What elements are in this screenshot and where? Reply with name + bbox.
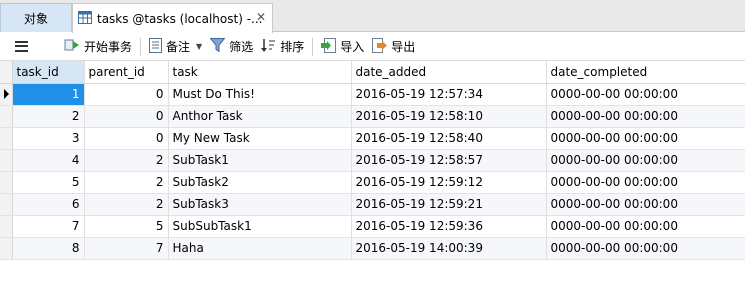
cell-task[interactable]: SubSubTask1 [168,215,352,238]
cell-task-id[interactable]: 1 [12,83,85,106]
row-indicator[interactable] [0,215,13,238]
begin-transaction-button[interactable]: 开始事务 [60,36,136,58]
sort-icon [261,38,276,56]
notes-label: 备注 [166,40,191,54]
table-row[interactable]: 1 0 Must Do This! 2016-05-19 12:57:34 00… [0,83,745,106]
table-row[interactable]: 5 2 SubTask2 2016-05-19 12:59:12 0000-00… [0,171,745,194]
cell-task-id[interactable]: 7 [12,215,85,238]
chevron-down-icon[interactable]: ▼ [196,42,202,51]
tab-objects[interactable]: 对象 [0,3,72,32]
row-indicator[interactable] [0,127,13,150]
cell-date-added[interactable]: 2016-05-19 12:59:12 [351,171,547,194]
export-icon [372,37,388,56]
results-table: task_id parent_id task date_added date_c… [0,61,745,260]
table-icon [78,10,92,27]
cell-task-id[interactable]: 8 [12,237,85,260]
data-grid: task_id parent_id task date_added date_c… [0,61,745,260]
row-indicator[interactable] [0,193,13,216]
begin-transaction-label: 开始事务 [84,40,133,54]
toolbar-divider [312,37,314,56]
table-row[interactable]: 3 0 My New Task 2016-05-19 12:58:40 0000… [0,127,745,150]
cell-date-completed[interactable]: 0000-00-00 00:00:00 [546,83,745,106]
cell-parent-id[interactable]: 2 [84,193,169,216]
cell-date-completed[interactable]: 0000-00-00 00:00:00 [546,193,745,216]
row-indicator[interactable] [0,83,13,106]
tab-objects-label: 对象 [23,11,48,26]
filter-button[interactable]: 筛选 [206,36,257,58]
cell-date-added[interactable]: 2016-05-19 12:59:21 [351,193,547,216]
filter-icon [209,38,226,55]
filter-label: 筛选 [229,40,254,54]
cell-parent-id[interactable]: 2 [84,149,169,172]
menu-button[interactable] [0,33,60,61]
cell-task-id[interactable]: 4 [12,149,85,172]
cell-task[interactable]: SubTask3 [168,193,352,216]
export-button[interactable]: 导出 [368,36,419,58]
toolbar-divider [140,37,142,56]
cell-date-added[interactable]: 2016-05-19 12:59:36 [351,215,547,238]
tab-query-tasks[interactable]: tasks @tasks (localhost) -... ✕ [72,3,273,33]
cell-parent-id[interactable]: 0 [84,105,169,128]
cell-task-id[interactable]: 6 [12,193,85,216]
column-header-task[interactable]: task [168,61,352,84]
cell-date-added[interactable]: 2016-05-19 12:58:40 [351,127,547,150]
row-indicator[interactable] [0,149,13,172]
transaction-icon [64,38,80,55]
table-row[interactable]: 8 7 Haha 2016-05-19 14:00:39 0000-00-00 … [0,237,745,260]
cell-parent-id[interactable]: 2 [84,171,169,194]
cell-date-completed[interactable]: 0000-00-00 00:00:00 [546,105,745,128]
cell-task-id[interactable]: 3 [12,127,85,150]
toolbar: 开始事务 备注 ▼ 筛选 排序 导入 导出 [0,33,745,61]
cell-date-completed[interactable]: 0000-00-00 00:00:00 [546,149,745,172]
cell-task-id[interactable]: 2 [12,105,85,128]
cell-parent-id[interactable]: 7 [84,237,169,260]
cell-task[interactable]: Haha [168,237,352,260]
menu-icon [15,40,28,52]
table-row[interactable]: 4 2 SubTask1 2016-05-19 12:58:57 0000-00… [0,149,745,172]
current-row-arrow-icon [4,89,9,99]
row-indicator[interactable] [0,105,13,128]
notes-icon [149,37,163,56]
sort-button[interactable]: 排序 [257,36,308,58]
cell-date-added[interactable]: 2016-05-19 12:58:10 [351,105,547,128]
cell-date-added[interactable]: 2016-05-19 14:00:39 [351,237,547,260]
cell-task[interactable]: SubTask1 [168,149,352,172]
column-header-parent-id[interactable]: parent_id [84,61,169,84]
import-label: 导入 [340,40,365,54]
cell-parent-id[interactable]: 0 [84,127,169,150]
row-indicator[interactable] [0,237,13,260]
row-indicator[interactable] [0,171,13,194]
cell-task[interactable]: Anthor Task [168,105,352,128]
table-row[interactable]: 2 0 Anthor Task 2016-05-19 12:58:10 0000… [0,105,745,128]
column-header-task-id[interactable]: task_id [12,61,85,84]
sort-label: 排序 [280,40,305,54]
table-row[interactable]: 7 5 SubSubTask1 2016-05-19 12:59:36 0000… [0,215,745,238]
row-indicator-header [0,61,13,84]
cell-date-added[interactable]: 2016-05-19 12:58:57 [351,149,547,172]
cell-date-completed[interactable]: 0000-00-00 00:00:00 [546,127,745,150]
tab-bar: 对象 tasks @tasks (localhost) -... ✕ [0,0,745,33]
column-header-date-completed[interactable]: date_completed [546,61,745,84]
import-icon [321,37,337,56]
header-row: task_id parent_id task date_added date_c… [0,61,745,84]
cell-date-completed[interactable]: 0000-00-00 00:00:00 [546,171,745,194]
export-label: 导出 [391,40,416,54]
cell-date-added[interactable]: 2016-05-19 12:57:34 [351,83,547,106]
cell-date-completed[interactable]: 0000-00-00 00:00:00 [546,237,745,260]
cell-task[interactable]: Must Do This! [168,83,352,106]
cell-task[interactable]: My New Task [168,127,352,150]
cell-parent-id[interactable]: 0 [84,83,169,106]
column-header-date-added[interactable]: date_added [351,61,547,84]
cell-task[interactable]: SubTask2 [168,171,352,194]
close-icon[interactable]: ✕ [256,10,266,24]
cell-date-completed[interactable]: 0000-00-00 00:00:00 [546,215,745,238]
tab-query-title: tasks @tasks (localhost) -... [97,11,263,26]
cell-parent-id[interactable]: 5 [84,215,169,238]
import-button[interactable]: 导入 [317,36,368,58]
notes-button[interactable]: 备注 ▼ [145,36,206,58]
cell-task-id[interactable]: 5 [12,171,85,194]
table-row[interactable]: 6 2 SubTask3 2016-05-19 12:59:21 0000-00… [0,193,745,216]
